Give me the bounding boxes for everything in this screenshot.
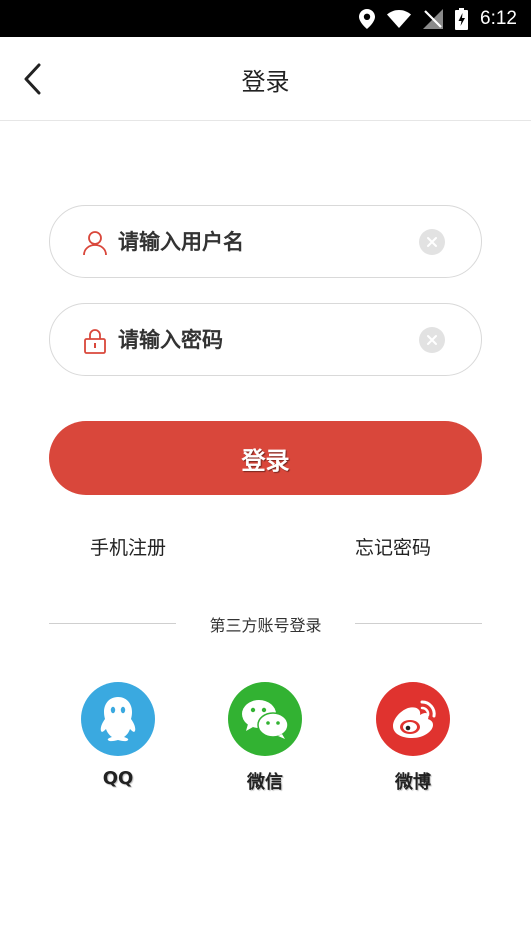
user-icon [83, 231, 107, 256]
weibo-login-button[interactable]: 微博 [363, 682, 463, 797]
register-link[interactable]: 手机注册 [90, 533, 166, 560]
qq-label: QQ [102, 768, 134, 789]
qq-login-button[interactable]: QQ [68, 682, 168, 797]
third-party-heading: 第三方账号登录 [209, 616, 322, 635]
location-icon [359, 8, 376, 29]
weibo-icon [376, 682, 450, 756]
battery-charging-icon [455, 7, 469, 30]
username-clear-button[interactable] [419, 229, 445, 255]
qq-icon [81, 682, 155, 756]
weibo-label: 微博 [395, 772, 431, 793]
wechat-icon [228, 682, 302, 756]
chevron-left-icon [24, 63, 41, 95]
wechat-login-button[interactable]: 微信 [215, 682, 315, 797]
password-field [49, 303, 482, 376]
username-field [49, 205, 482, 278]
wechat-label: 微信 [247, 772, 283, 793]
forgot-password-link[interactable]: 忘记密码 [355, 533, 431, 560]
status-icons: 6:12 [359, 0, 517, 37]
wifi-icon [387, 9, 412, 28]
login-button[interactable]: 登录 [49, 421, 482, 495]
password-input[interactable] [118, 318, 398, 362]
username-input[interactable] [118, 220, 398, 264]
clear-icon [427, 237, 437, 247]
no-signal-icon [423, 8, 444, 29]
page-title: 登录 [241, 67, 290, 96]
clear-icon [427, 335, 437, 345]
third-party-divider: 第三方账号登录 [49, 610, 482, 638]
lock-icon [84, 329, 106, 354]
divider-line-right [355, 623, 482, 624]
status-time: 6:12 [480, 7, 517, 29]
password-clear-button[interactable] [419, 327, 445, 353]
back-button[interactable] [10, 57, 54, 101]
nav-bar: 登录 [0, 37, 531, 121]
status-bar: 6:12 [0, 0, 531, 37]
